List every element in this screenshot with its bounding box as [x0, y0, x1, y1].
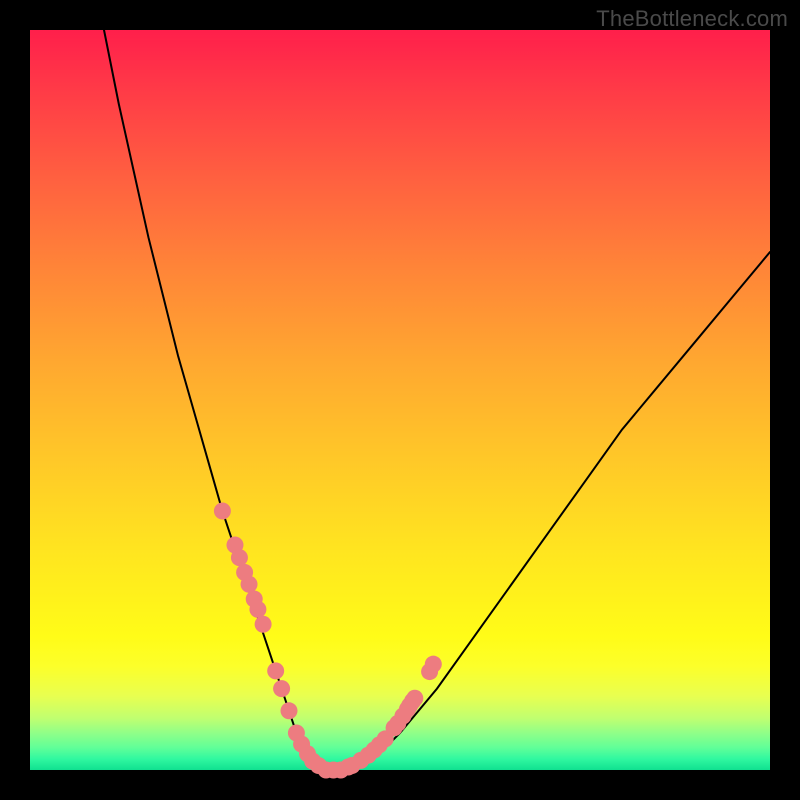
sample-point: [267, 662, 284, 679]
sample-point: [425, 656, 442, 673]
chart-area: [30, 30, 770, 770]
chart-svg: [30, 30, 770, 770]
sample-point: [241, 576, 258, 593]
sample-point: [406, 690, 423, 707]
sample-point: [281, 702, 298, 719]
sample-point: [273, 680, 290, 697]
sample-point: [255, 616, 272, 633]
sample-point: [214, 503, 231, 520]
watermark-text: TheBottleneck.com: [596, 6, 788, 32]
sample-point: [249, 601, 266, 618]
sample-point: [231, 549, 248, 566]
sample-points-group: [214, 503, 442, 779]
